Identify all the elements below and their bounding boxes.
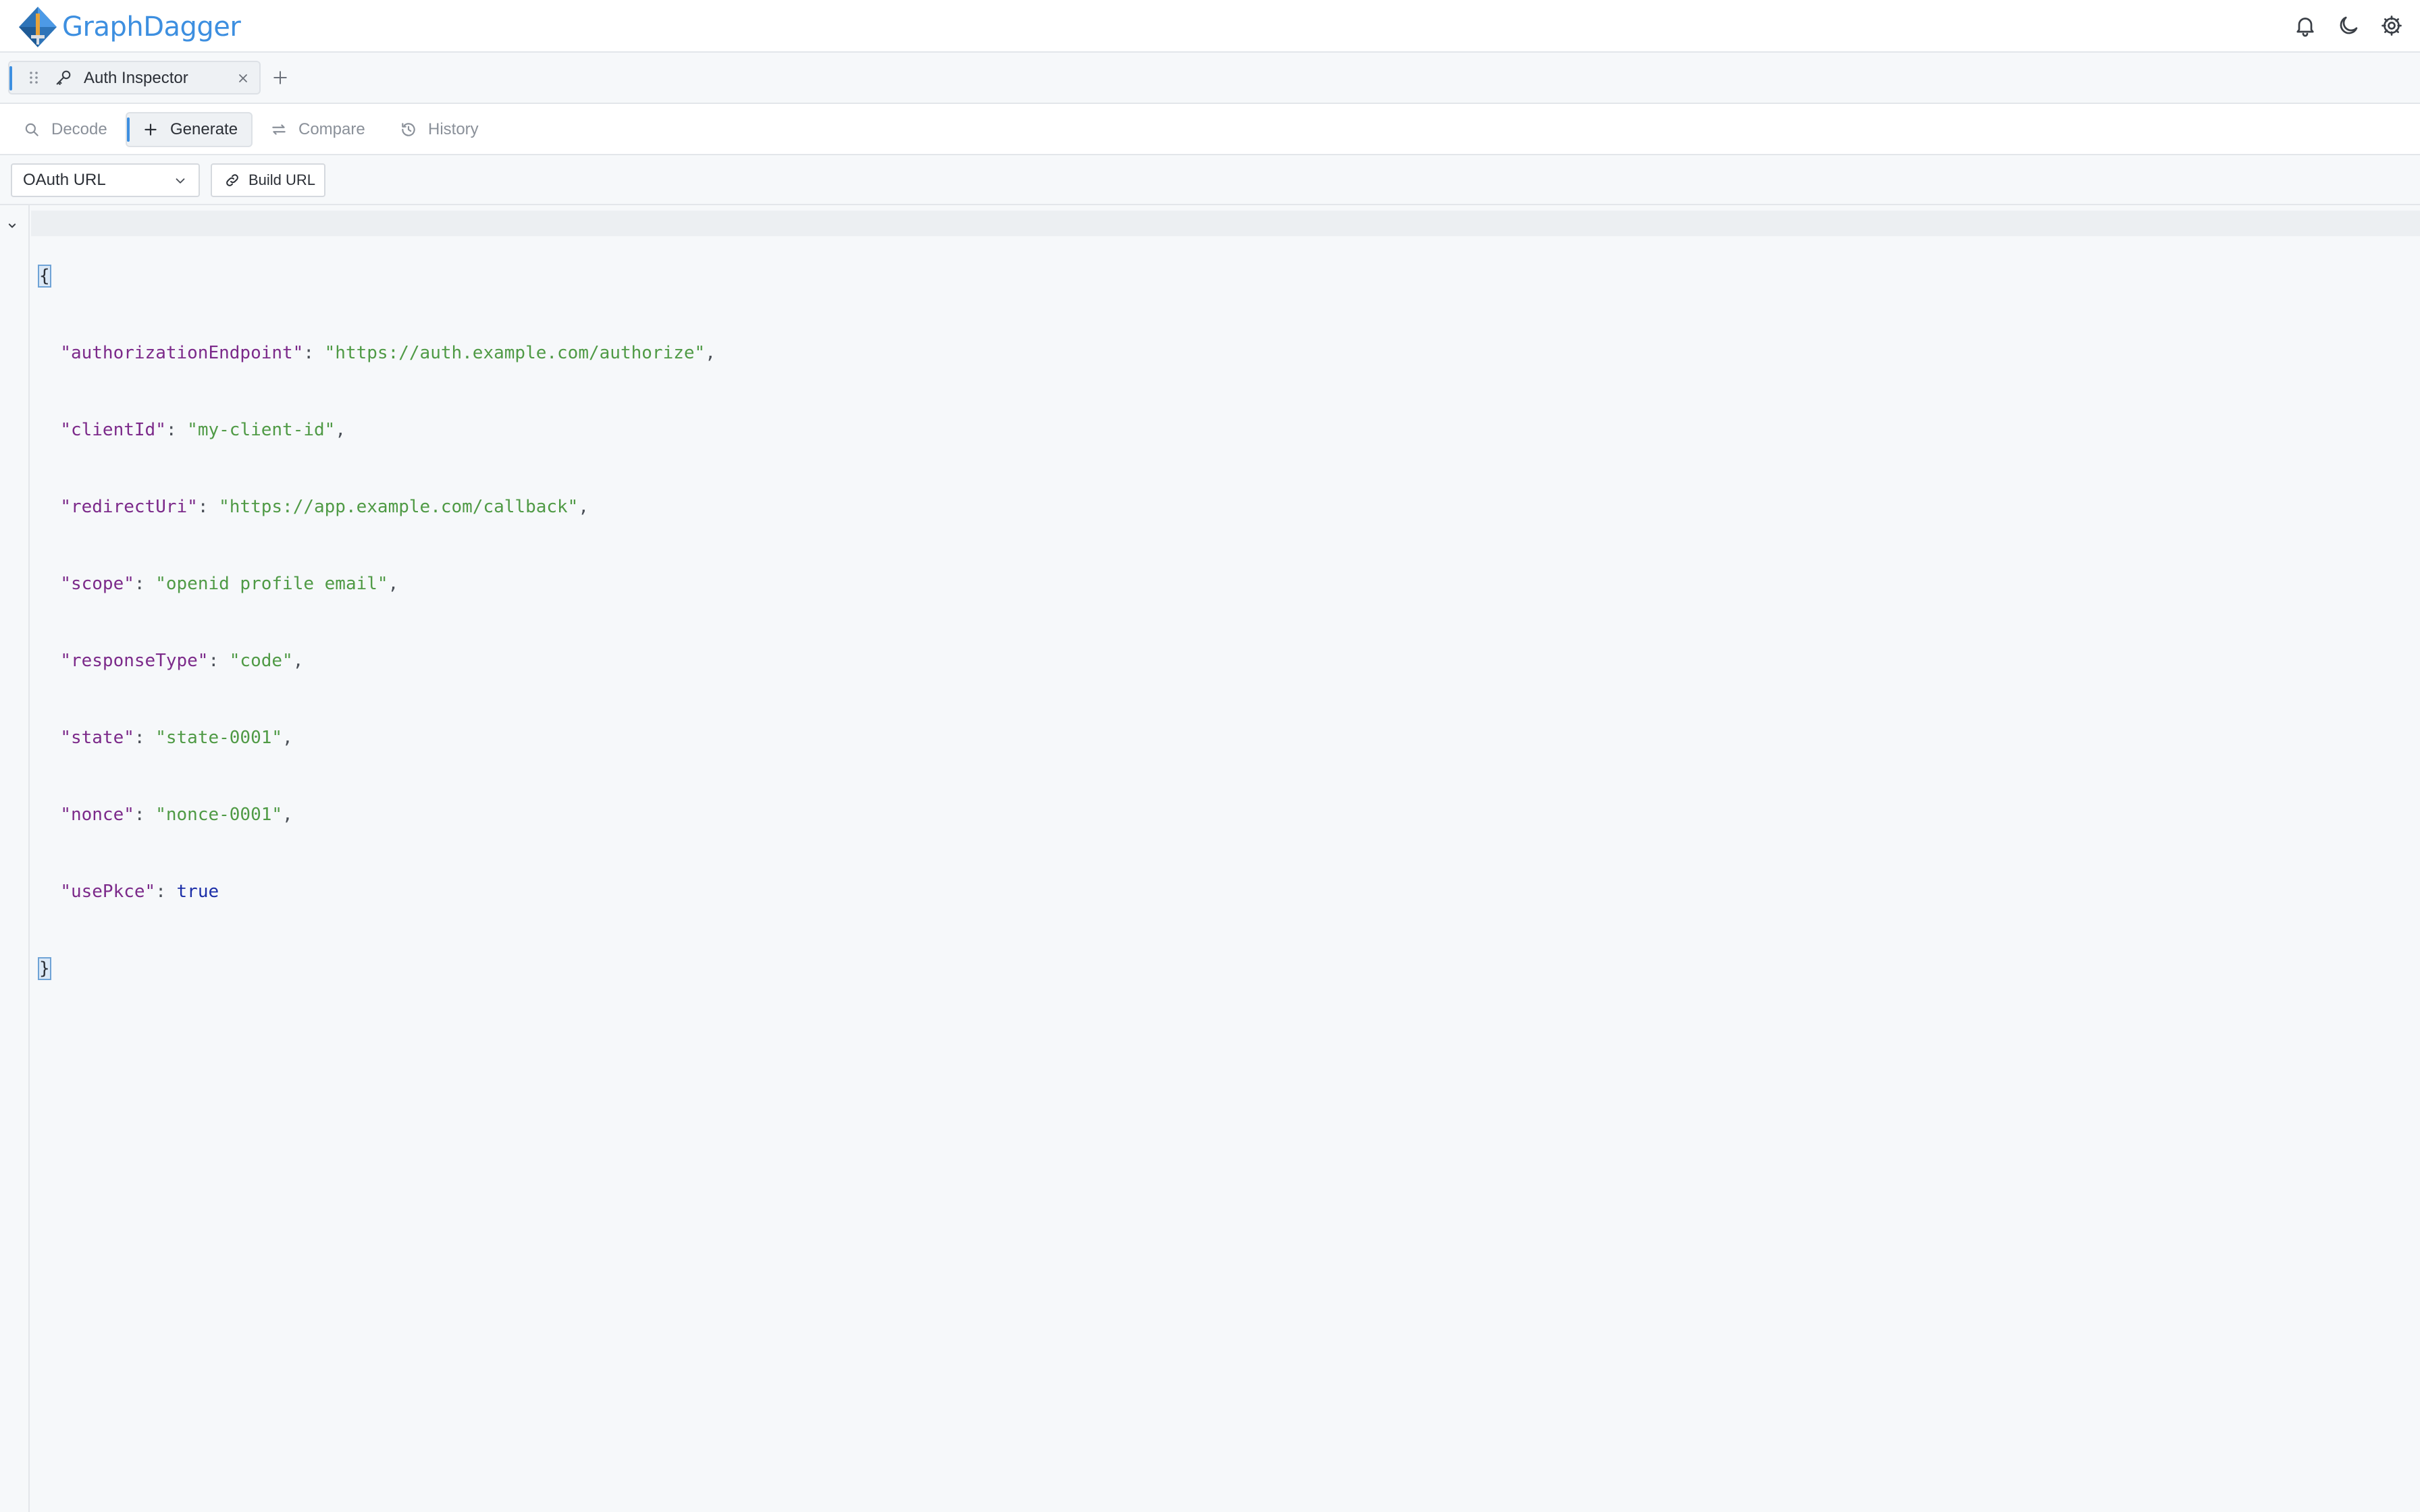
app-header: GraphDagger — [0, 0, 2420, 53]
json-value: true — [176, 882, 219, 902]
tab-history-label: History — [428, 120, 479, 138]
fold-chevron-icon[interactable] — [5, 219, 19, 232]
close-brace: } — [38, 957, 51, 980]
swap-icon — [272, 124, 286, 135]
mode-tab-bar: Decode Generate Compare History — [0, 104, 2420, 155]
tab-compare[interactable]: Compare — [270, 112, 365, 147]
editor-gutter — [0, 205, 30, 1512]
plus-icon — [144, 124, 157, 136]
bell-icon[interactable] — [2293, 14, 2317, 38]
generate-toolbar: OAuth URL Build URL — [0, 155, 2420, 205]
link-icon — [226, 174, 238, 186]
build-url-button[interactable]: Build URL — [211, 163, 325, 197]
json-key: "authorizationEndpoint" — [60, 343, 304, 363]
tab-history[interactable]: History — [400, 112, 479, 147]
json-key: "nonce" — [60, 805, 134, 825]
chevron-down-icon — [176, 178, 185, 184]
add-tab-icon[interactable] — [270, 68, 290, 88]
active-tab-indicator — [9, 66, 12, 90]
drag-handle-icon[interactable] — [26, 70, 42, 86]
code-line: "nonce": "nonce-0001", — [60, 805, 293, 825]
generator-type-value: OAuth URL — [23, 171, 106, 189]
active-tab-indicator — [127, 117, 130, 142]
code-line: "state": "state-0001", — [60, 728, 293, 748]
tab-label: Auth Inspector — [84, 69, 188, 87]
code-line: } — [38, 956, 716, 981]
document-tab-bar: Auth Inspector — [0, 53, 2420, 104]
code-line: "clientId": "my-client-id", — [60, 420, 346, 440]
tab-generate-label: Generate — [170, 120, 238, 138]
code-line: "responseType": "code", — [60, 651, 304, 671]
build-url-label: Build URL — [248, 171, 316, 188]
tab-compare-label: Compare — [298, 120, 365, 138]
json-value: "state-0001" — [155, 728, 283, 748]
close-icon[interactable] — [235, 70, 251, 86]
json-code[interactable]: { "authorizationEndpoint": "https://auth… — [38, 212, 716, 1033]
json-key: "redirectUri" — [60, 497, 198, 517]
app-name: GraphDagger — [62, 11, 241, 43]
app-logo[interactable]: GraphDagger — [16, 4, 241, 50]
json-value: "https://auth.example.com/authorize" — [324, 343, 706, 363]
json-editor[interactable]: { "authorizationEndpoint": "https://auth… — [0, 205, 2420, 1512]
generator-type-select[interactable]: OAuth URL — [11, 163, 200, 197]
header-actions — [2293, 14, 2404, 38]
gear-icon[interactable] — [2379, 14, 2404, 38]
graphdagger-logo-icon — [19, 7, 57, 47]
code-line: "scope": "openid profile email", — [60, 574, 399, 594]
json-key: "clientId" — [60, 420, 166, 440]
code-line: { — [38, 263, 716, 289]
history-icon — [402, 123, 415, 136]
json-value: "nonce-0001" — [155, 805, 283, 825]
tab-auth-inspector[interactable]: Auth Inspector — [8, 61, 261, 94]
open-brace: { — [38, 265, 51, 288]
json-value: "https://app.example.com/callback" — [219, 497, 579, 517]
json-value: "my-client-id" — [187, 420, 336, 440]
key-icon — [56, 70, 71, 85]
moon-icon[interactable] — [2336, 14, 2361, 38]
json-value: "code" — [229, 651, 293, 671]
json-key: "state" — [60, 728, 134, 748]
tab-generate[interactable]: Generate — [126, 112, 253, 147]
json-value: "openid profile email" — [155, 574, 388, 594]
search-icon — [25, 123, 38, 136]
code-line: "authorizationEndpoint": "https://auth.e… — [60, 343, 716, 363]
code-line: "redirectUri": "https://app.example.com/… — [60, 497, 589, 517]
tab-decode-label: Decode — [51, 120, 107, 138]
json-key: "usePkce" — [60, 882, 156, 902]
code-line: "usePkce": true — [60, 882, 219, 902]
json-key: "scope" — [60, 574, 134, 594]
json-key: "responseType" — [60, 651, 209, 671]
tab-decode[interactable]: Decode — [23, 112, 107, 147]
